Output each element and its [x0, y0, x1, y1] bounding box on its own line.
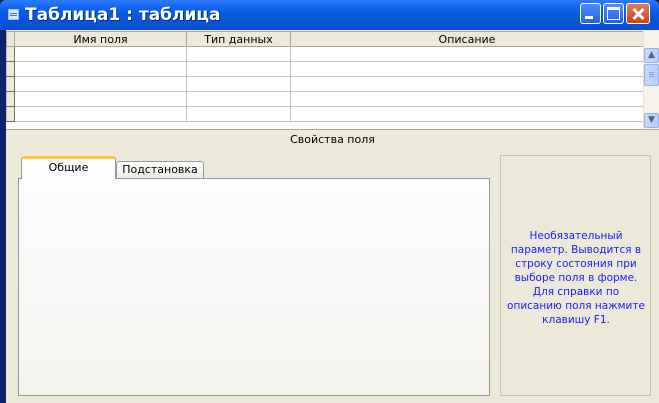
- table-icon: [8, 9, 19, 20]
- table-design-window: Таблица1 : таблица Имя поля Тип данных О…: [0, 0, 659, 403]
- field-name-cell[interactable]: [14, 91, 187, 107]
- description-cell[interactable]: [290, 106, 644, 122]
- maximize-button[interactable]: [603, 3, 624, 24]
- scroll-up-button[interactable]: ▲: [644, 48, 659, 63]
- scroll-thumb[interactable]: [644, 64, 659, 86]
- table-row[interactable]: [6, 91, 644, 107]
- row-selector[interactable]: [6, 91, 15, 107]
- row-selector[interactable]: [6, 61, 15, 77]
- field-design-grid: Имя поля Тип данных Описание ▲ ▼: [6, 31, 659, 129]
- tab-panel-general: [18, 178, 490, 396]
- tab-general[interactable]: Общие: [21, 156, 116, 179]
- tab-lookup[interactable]: Подстановка: [116, 161, 204, 179]
- data-type-cell[interactable]: [186, 76, 291, 92]
- grid-header-row: Имя поля Тип данных Описание: [6, 31, 644, 47]
- data-type-cell[interactable]: [186, 91, 291, 107]
- field-properties-header: Свойства поля: [6, 129, 659, 150]
- help-line: клавишу F1.: [542, 314, 610, 326]
- title-bar[interactable]: Таблица1 : таблица: [0, 0, 659, 30]
- description-cell[interactable]: [290, 91, 644, 107]
- help-line: выборе поля в форме.: [514, 272, 638, 284]
- minimize-button[interactable]: [580, 3, 601, 24]
- help-line: строку состояния при: [515, 258, 637, 270]
- table-row[interactable]: [6, 76, 644, 92]
- fields-table: Имя поля Тип данных Описание: [6, 31, 644, 122]
- data-type-cell[interactable]: [186, 106, 291, 122]
- help-text: Необязательный параметр. Выводится в стр…: [503, 229, 649, 327]
- table-row[interactable]: [6, 61, 644, 77]
- help-line: параметр. Выводится в: [510, 244, 642, 256]
- row-selector[interactable]: [6, 76, 15, 92]
- column-header-field-name[interactable]: Имя поля: [14, 31, 187, 47]
- field-name-cell[interactable]: [14, 76, 187, 92]
- row-selector[interactable]: [6, 106, 15, 122]
- table-row[interactable]: [6, 106, 644, 122]
- column-header-description[interactable]: Описание: [290, 31, 644, 47]
- help-line: Для справки по: [532, 286, 620, 298]
- field-name-cell[interactable]: [14, 61, 187, 77]
- help-line: описанию поля нажмите: [507, 300, 645, 312]
- help-panel: Необязательный параметр. Выводится в стр…: [500, 155, 651, 396]
- scroll-down-button[interactable]: ▼: [644, 113, 659, 128]
- close-button[interactable]: [626, 3, 650, 24]
- window-title: Таблица1 : таблица: [25, 5, 221, 25]
- grid-vertical-scrollbar[interactable]: ▲ ▼: [643, 31, 659, 129]
- field-name-cell[interactable]: [14, 46, 187, 62]
- column-header-data-type[interactable]: Тип данных: [186, 31, 291, 47]
- client-area: Имя поля Тип данных Описание ▲ ▼ Свойств…: [6, 30, 659, 403]
- field-name-cell[interactable]: [14, 106, 187, 122]
- description-cell[interactable]: [290, 61, 644, 77]
- row-selector[interactable]: [6, 46, 15, 62]
- table-row[interactable]: [6, 46, 644, 62]
- data-type-cell[interactable]: [186, 61, 291, 77]
- help-line: Необязательный: [529, 230, 623, 242]
- data-type-cell[interactable]: [186, 46, 291, 62]
- row-selector-header: [6, 31, 15, 47]
- description-cell[interactable]: [290, 46, 644, 62]
- description-cell[interactable]: [290, 76, 644, 92]
